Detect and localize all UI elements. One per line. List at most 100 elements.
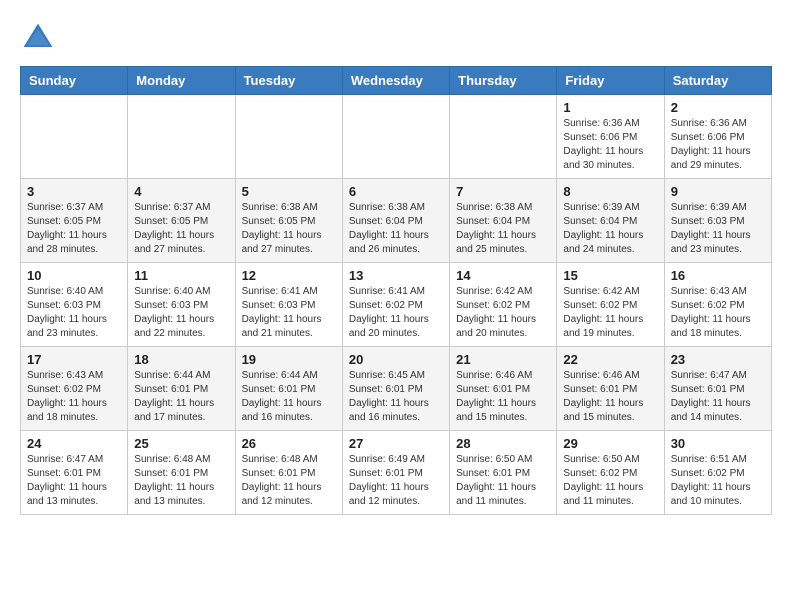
weekday-header: Monday [128, 67, 235, 95]
calendar-cell: 11 Sunrise: 6:40 AM Sunset: 6:03 PM Dayli… [128, 263, 235, 347]
calendar-cell: 1 Sunrise: 6:36 AM Sunset: 6:06 PM Daylig… [557, 95, 664, 179]
calendar-cell: 8 Sunrise: 6:39 AM Sunset: 6:04 PM Daylig… [557, 179, 664, 263]
calendar-header-row: SundayMondayTuesdayWednesdayThursdayFrid… [21, 67, 772, 95]
day-info: Sunrise: 6:44 AM Sunset: 6:01 PM Dayligh… [134, 369, 228, 425]
day-info: Sunrise: 6:36 AM Sunset: 6:06 PM Dayligh… [563, 117, 657, 173]
day-info: Sunrise: 6:42 AM Sunset: 6:02 PM Dayligh… [563, 285, 657, 341]
day-number: 30 [671, 436, 765, 451]
day-number: 23 [671, 352, 765, 367]
day-number: 10 [27, 268, 121, 283]
calendar-cell: 6Sunrise: 6:38 AM Sunset: 6:04 PM Daylig… [342, 179, 449, 263]
day-number: 13 [349, 268, 443, 283]
calendar-cell: 16 Sunrise: 6:43 AM Sunset: 6:02 PM Dayli… [664, 263, 771, 347]
day-info: Sunrise: 6:44 AM Sunset: 6:01 PM Dayligh… [242, 369, 336, 425]
day-info: Sunrise: 6:47 AM Sunset: 6:01 PM Dayligh… [671, 369, 765, 425]
day-info: Sunrise: 6:48 AM Sunset: 6:01 PM Dayligh… [242, 453, 336, 509]
page-header [20, 20, 772, 56]
day-info: Sunrise: 6:39 AM Sunset: 6:03 PM Dayligh… [671, 201, 765, 257]
calendar-cell: 18Sunrise: 6:44 AM Sunset: 6:01 PM Dayli… [128, 347, 235, 431]
day-number: 11 [134, 268, 228, 283]
calendar-cell: 19 Sunrise: 6:44 AM Sunset: 6:01 PM Dayli… [235, 347, 342, 431]
day-info: Sunrise: 6:47 AM Sunset: 6:01 PM Dayligh… [27, 453, 121, 509]
calendar-cell: 17 Sunrise: 6:43 AM Sunset: 6:02 PM Dayli… [21, 347, 128, 431]
calendar-cell: 3 Sunrise: 6:37 AM Sunset: 6:05 PM Daylig… [21, 179, 128, 263]
logo-icon [20, 20, 56, 56]
calendar-cell: 20 Sunrise: 6:45 AM Sunset: 6:01 PM Dayli… [342, 347, 449, 431]
day-info: Sunrise: 6:37 AM Sunset: 6:05 PM Dayligh… [134, 201, 228, 257]
weekday-header: Friday [557, 67, 664, 95]
calendar-cell: 14Sunrise: 6:42 AM Sunset: 6:02 PM Dayli… [450, 263, 557, 347]
day-number: 27 [349, 436, 443, 451]
day-number: 16 [671, 268, 765, 283]
day-number: 29 [563, 436, 657, 451]
calendar-cell: 23 Sunrise: 6:47 AM Sunset: 6:01 PM Dayli… [664, 347, 771, 431]
day-info: Sunrise: 6:50 AM Sunset: 6:02 PM Dayligh… [563, 453, 657, 509]
day-number: 24 [27, 436, 121, 451]
calendar-cell: 10 Sunrise: 6:40 AM Sunset: 6:03 PM Dayli… [21, 263, 128, 347]
day-info: Sunrise: 6:39 AM Sunset: 6:04 PM Dayligh… [563, 201, 657, 257]
logo [20, 20, 62, 56]
day-number: 19 [242, 352, 336, 367]
day-number: 20 [349, 352, 443, 367]
weekday-header: Tuesday [235, 67, 342, 95]
day-info: Sunrise: 6:42 AM Sunset: 6:02 PM Dayligh… [456, 285, 550, 341]
weekday-header: Wednesday [342, 67, 449, 95]
day-info: Sunrise: 6:49 AM Sunset: 6:01 PM Dayligh… [349, 453, 443, 509]
calendar-cell: 26 Sunrise: 6:48 AM Sunset: 6:01 PM Dayli… [235, 431, 342, 515]
calendar-cell [21, 95, 128, 179]
calendar-cell: 24 Sunrise: 6:47 AM Sunset: 6:01 PM Dayli… [21, 431, 128, 515]
day-number: 21 [456, 352, 550, 367]
calendar-week-row: 10 Sunrise: 6:40 AM Sunset: 6:03 PM Dayli… [21, 263, 772, 347]
day-number: 15 [563, 268, 657, 283]
calendar-table: SundayMondayTuesdayWednesdayThursdayFrid… [20, 66, 772, 515]
day-number: 8 [563, 184, 657, 199]
calendar-week-row: 3 Sunrise: 6:37 AM Sunset: 6:05 PM Daylig… [21, 179, 772, 263]
day-number: 12 [242, 268, 336, 283]
weekday-header: Saturday [664, 67, 771, 95]
calendar-cell [128, 95, 235, 179]
calendar-week-row: 1 Sunrise: 6:36 AM Sunset: 6:06 PM Daylig… [21, 95, 772, 179]
calendar-cell: 7 Sunrise: 6:38 AM Sunset: 6:04 PM Daylig… [450, 179, 557, 263]
weekday-header: Thursday [450, 67, 557, 95]
day-info: Sunrise: 6:41 AM Sunset: 6:03 PM Dayligh… [242, 285, 336, 341]
calendar-cell: 5 Sunrise: 6:38 AM Sunset: 6:05 PM Daylig… [235, 179, 342, 263]
day-info: Sunrise: 6:38 AM Sunset: 6:05 PM Dayligh… [242, 201, 336, 257]
calendar-cell: 30Sunrise: 6:51 AM Sunset: 6:02 PM Dayli… [664, 431, 771, 515]
day-number: 5 [242, 184, 336, 199]
day-number: 4 [134, 184, 228, 199]
calendar-cell: 13 Sunrise: 6:41 AM Sunset: 6:02 PM Dayli… [342, 263, 449, 347]
day-info: Sunrise: 6:40 AM Sunset: 6:03 PM Dayligh… [27, 285, 121, 341]
day-number: 17 [27, 352, 121, 367]
day-info: Sunrise: 6:36 AM Sunset: 6:06 PM Dayligh… [671, 117, 765, 173]
weekday-header: Sunday [21, 67, 128, 95]
day-info: Sunrise: 6:43 AM Sunset: 6:02 PM Dayligh… [671, 285, 765, 341]
day-number: 3 [27, 184, 121, 199]
day-number: 26 [242, 436, 336, 451]
calendar-week-row: 24 Sunrise: 6:47 AM Sunset: 6:01 PM Dayli… [21, 431, 772, 515]
day-number: 22 [563, 352, 657, 367]
day-number: 9 [671, 184, 765, 199]
calendar-cell [235, 95, 342, 179]
day-number: 2 [671, 100, 765, 115]
day-info: Sunrise: 6:46 AM Sunset: 6:01 PM Dayligh… [456, 369, 550, 425]
day-info: Sunrise: 6:50 AM Sunset: 6:01 PM Dayligh… [456, 453, 550, 509]
calendar-cell: 28 Sunrise: 6:50 AM Sunset: 6:01 PM Dayli… [450, 431, 557, 515]
day-info: Sunrise: 6:40 AM Sunset: 6:03 PM Dayligh… [134, 285, 228, 341]
day-number: 1 [563, 100, 657, 115]
day-info: Sunrise: 6:43 AM Sunset: 6:02 PM Dayligh… [27, 369, 121, 425]
calendar-cell: 2 Sunrise: 6:36 AM Sunset: 6:06 PM Daylig… [664, 95, 771, 179]
day-info: Sunrise: 6:38 AM Sunset: 6:04 PM Dayligh… [456, 201, 550, 257]
calendar-cell: 4 Sunrise: 6:37 AM Sunset: 6:05 PM Daylig… [128, 179, 235, 263]
day-number: 7 [456, 184, 550, 199]
calendar-cell: 22Sunrise: 6:46 AM Sunset: 6:01 PM Dayli… [557, 347, 664, 431]
calendar-cell: 12 Sunrise: 6:41 AM Sunset: 6:03 PM Dayli… [235, 263, 342, 347]
day-info: Sunrise: 6:41 AM Sunset: 6:02 PM Dayligh… [349, 285, 443, 341]
day-number: 25 [134, 436, 228, 451]
day-info: Sunrise: 6:48 AM Sunset: 6:01 PM Dayligh… [134, 453, 228, 509]
calendar-cell: 21 Sunrise: 6:46 AM Sunset: 6:01 PM Dayli… [450, 347, 557, 431]
day-info: Sunrise: 6:45 AM Sunset: 6:01 PM Dayligh… [349, 369, 443, 425]
day-number: 28 [456, 436, 550, 451]
calendar-week-row: 17 Sunrise: 6:43 AM Sunset: 6:02 PM Dayli… [21, 347, 772, 431]
day-info: Sunrise: 6:37 AM Sunset: 6:05 PM Dayligh… [27, 201, 121, 257]
calendar-cell: 9 Sunrise: 6:39 AM Sunset: 6:03 PM Daylig… [664, 179, 771, 263]
